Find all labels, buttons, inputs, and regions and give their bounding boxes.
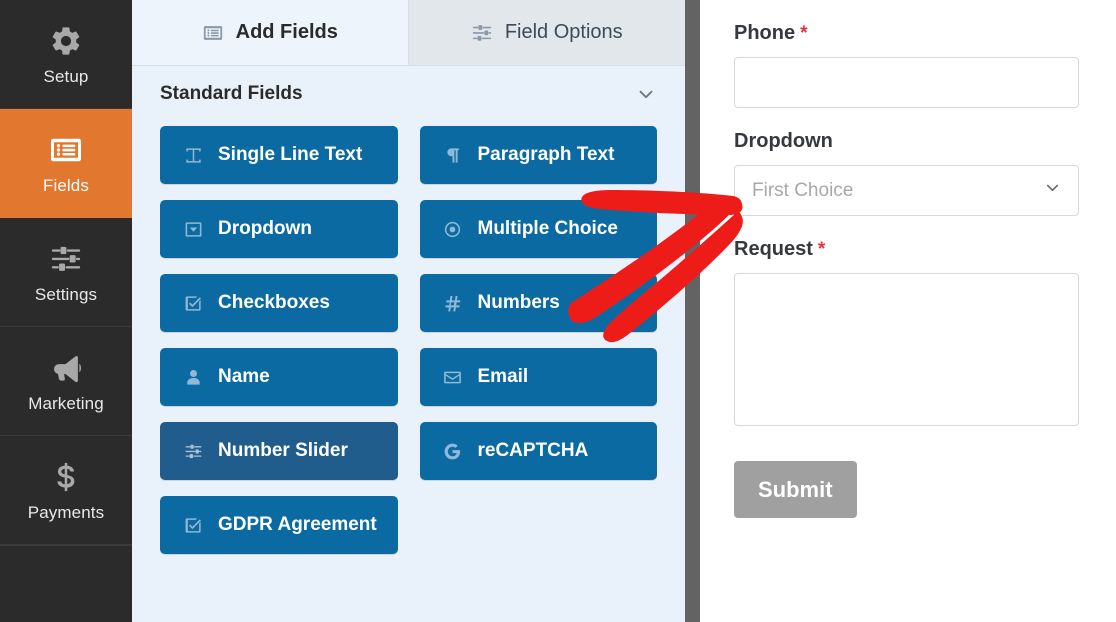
field-button-label: Dropdown bbox=[218, 218, 312, 239]
sidebar-filler bbox=[0, 545, 132, 622]
radio-icon bbox=[442, 220, 464, 239]
hash-icon bbox=[442, 294, 464, 313]
preview-field-label-request: Request * bbox=[734, 238, 1082, 261]
field-button-name[interactable]: Name bbox=[160, 348, 398, 406]
required-asterisk: * bbox=[817, 239, 826, 260]
sidebar-item-label: Fields bbox=[43, 175, 89, 195]
field-button-label: Paragraph Text bbox=[477, 144, 615, 165]
sliders-icon bbox=[182, 442, 204, 461]
field-button-dropdown[interactable]: Dropdown bbox=[160, 200, 398, 258]
tab-field-options[interactable]: Field Options bbox=[408, 0, 685, 65]
sliders-icon bbox=[471, 22, 493, 44]
tab-add-fields[interactable]: Add Fields bbox=[132, 0, 409, 65]
dropdown-select[interactable]: First Choice bbox=[734, 165, 1079, 216]
field-button-label: reCAPTCHA bbox=[477, 440, 589, 461]
main-sidebar: Setup Fields Settings Marketing Payments bbox=[0, 0, 132, 622]
field-button-number-slider[interactable]: Number Slider bbox=[160, 422, 398, 480]
gear-icon bbox=[47, 22, 85, 60]
preview-field-label-dropdown: Dropdown bbox=[734, 130, 1082, 153]
sidebar-item-payments[interactable]: Payments bbox=[0, 436, 132, 545]
checkbox-icon bbox=[182, 294, 204, 313]
dropdown-selected-value: First Choice bbox=[752, 179, 854, 201]
tab-label: Add Fields bbox=[235, 21, 338, 43]
field-button-paragraph-text[interactable]: Paragraph Text bbox=[419, 126, 657, 184]
panel-scrollbar[interactable] bbox=[685, 0, 700, 622]
sidebar-item-label: Settings bbox=[34, 284, 98, 304]
wpforms-form-builder: Setup Fields Settings Marketing Payments bbox=[0, 0, 1116, 622]
field-button-label: Name bbox=[218, 366, 270, 387]
field-button-numbers[interactable]: Numbers bbox=[419, 274, 657, 332]
checkbox-icon bbox=[182, 516, 204, 535]
field-button-single-line-text[interactable]: Single Line Text bbox=[160, 126, 398, 184]
submit-button[interactable]: Submit bbox=[734, 461, 857, 518]
sidebar-item-settings[interactable]: Settings bbox=[0, 218, 132, 327]
phone-input[interactable] bbox=[734, 57, 1079, 108]
field-button-label: Multiple Choice bbox=[477, 218, 618, 239]
tab-label: Field Options bbox=[504, 21, 623, 43]
sidebar-item-setup[interactable]: Setup bbox=[0, 0, 132, 109]
field-button-label: Email bbox=[477, 366, 529, 387]
field-button-email[interactable]: Email bbox=[419, 348, 657, 406]
field-button-label: Single Line Text bbox=[218, 144, 363, 165]
google-g-icon bbox=[442, 442, 464, 461]
section-title: Standard Fields bbox=[160, 83, 303, 104]
chevron-down-icon[interactable] bbox=[635, 83, 657, 105]
standard-fields-header[interactable]: Standard Fields bbox=[132, 66, 685, 122]
sidebar-item-label: Payments bbox=[27, 502, 105, 522]
field-button-label: Checkboxes bbox=[218, 292, 330, 313]
field-button-checkboxes[interactable]: Checkboxes bbox=[160, 274, 398, 332]
list-form-icon bbox=[47, 131, 85, 169]
list-form-icon bbox=[202, 22, 224, 44]
pilcrow-icon bbox=[442, 146, 464, 165]
standard-fields-grid: Single Line Text Paragraph Text Dropdown… bbox=[132, 122, 685, 622]
dropdown-icon bbox=[182, 220, 204, 239]
field-button-multiple-choice[interactable]: Multiple Choice bbox=[419, 200, 657, 258]
sidebar-item-label: Setup bbox=[43, 66, 89, 86]
field-button-label: GDPR Agreement bbox=[218, 514, 377, 535]
field-button-gdpr-agreement[interactable]: GDPR Agreement bbox=[160, 496, 398, 554]
sidebar-item-marketing[interactable]: Marketing bbox=[0, 327, 132, 436]
sliders-icon bbox=[47, 240, 85, 278]
text-cursor-icon bbox=[182, 146, 204, 165]
megaphone-icon bbox=[47, 349, 85, 387]
request-textarea[interactable] bbox=[734, 273, 1079, 426]
field-builder-panel: Add Fields Field Options Standard Fields… bbox=[132, 0, 700, 622]
user-icon bbox=[182, 368, 204, 387]
sidebar-item-fields[interactable]: Fields bbox=[0, 109, 132, 218]
field-button-label: Number Slider bbox=[218, 440, 348, 461]
chevron-down-icon bbox=[1043, 178, 1062, 203]
required-asterisk: * bbox=[800, 23, 808, 44]
dollar-icon bbox=[47, 458, 85, 496]
envelope-icon bbox=[442, 368, 464, 387]
sidebar-item-label: Marketing bbox=[28, 393, 104, 413]
field-label-text: Phone bbox=[734, 22, 796, 44]
builder-tabs: Add Fields Field Options bbox=[132, 0, 685, 66]
preview-field-label-phone: Phone * bbox=[734, 22, 1082, 45]
field-button-label: Numbers bbox=[477, 292, 560, 313]
field-label-text: Request bbox=[734, 238, 813, 260]
field-label-text: Dropdown bbox=[734, 130, 833, 152]
form-preview-panel: Phone * Dropdown First Choice Request * … bbox=[700, 0, 1116, 622]
field-button-recaptcha[interactable]: reCAPTCHA bbox=[419, 422, 657, 480]
